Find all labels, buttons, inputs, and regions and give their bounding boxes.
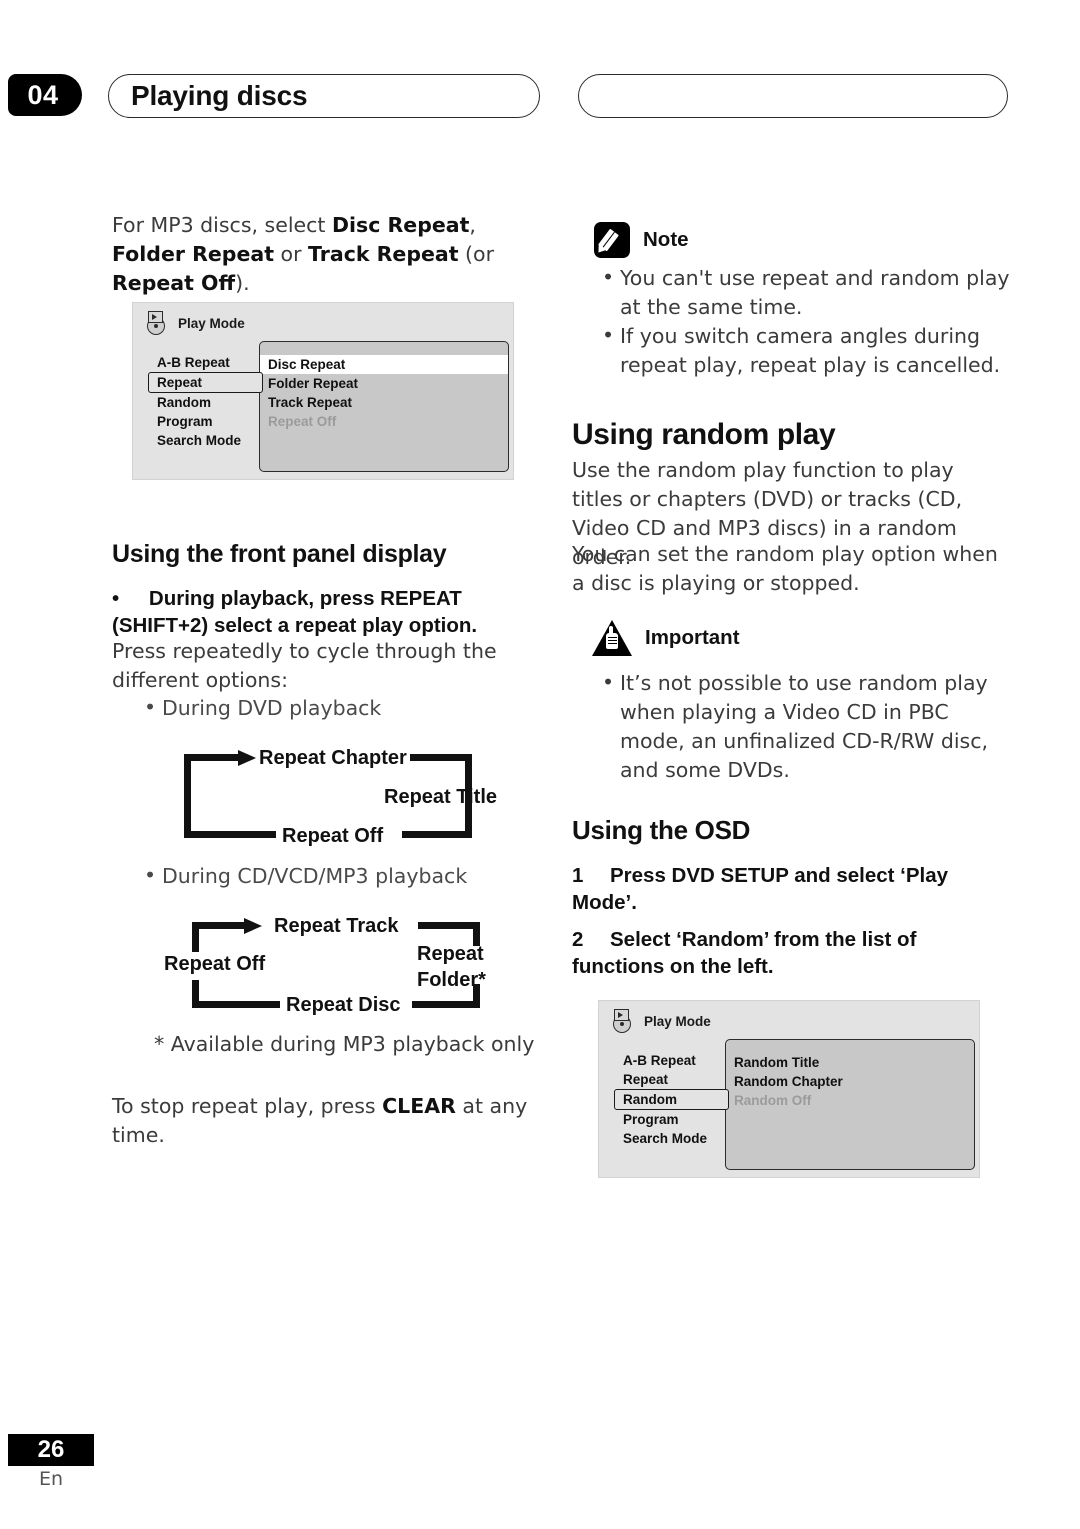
osd-random-title: Play Mode — [644, 1013, 711, 1029]
important-bullet-1: It’s not possible to use random play whe… — [600, 668, 1018, 785]
clear-note-paragraph: To stop repeat play, press CLEAR at any … — [112, 1092, 532, 1150]
dvd-cycle-top-left-line — [184, 754, 242, 761]
header-pill-right — [578, 74, 1008, 118]
important-callout-title: Important — [645, 626, 740, 649]
front-panel-step: • During playback, press REPEAT (SHIFT+2… — [112, 585, 530, 639]
osd-step-1-number: 1 — [572, 864, 584, 887]
chapter-number-badge: 04 — [8, 74, 82, 116]
front-panel-step-line2: (SHIFT+2) select a repeat play option. — [112, 614, 478, 637]
intro-bold-track-repeat: Track Repeat — [308, 242, 459, 266]
dvd-repeat-cycle-diagram: Repeat Chapter Repeat Title Repeat Off — [162, 738, 532, 848]
front-panel-body: Press repeatedly to cycle through the di… — [112, 639, 497, 692]
osd-option-random-off: Random Off — [734, 1093, 812, 1108]
osd-repeat-header: Play Mode — [145, 311, 245, 335]
dvd-cycle-label-bottom: Repeat Off — [282, 825, 384, 847]
osd-random-menu-list: A-B Repeat Repeat Random Program Search … — [614, 1051, 729, 1148]
dvd-cycle-top-right-line — [410, 754, 472, 761]
osd-option-disc-repeat[interactable]: Disc Repeat — [260, 355, 508, 374]
step-bullet-glyph: • — [112, 587, 120, 610]
important-callout-header: Important — [592, 620, 740, 656]
play-mode-disc-icon-2 — [611, 1009, 637, 1033]
osd-option-repeat-off: Repeat Off — [268, 414, 337, 429]
osd-option-track-repeat[interactable]: Track Repeat — [260, 393, 508, 412]
manual-page: 04 Playing discs For MP3 discs, select D… — [0, 0, 1080, 1529]
dvd-cycle-right-line — [465, 754, 472, 838]
dvd-cycle-left-line — [184, 754, 191, 838]
cd-cycle-top-left-line — [192, 922, 248, 929]
cd-cycle-bottom-right-line — [412, 1001, 480, 1008]
intro-bold-repeat-off: Repeat Off — [112, 271, 236, 295]
osd-menu-item-search-mode[interactable]: Search Mode — [151, 431, 263, 450]
osd-menu-item-random[interactable]: Random — [151, 393, 263, 412]
osd-random-menu-item-ab-repeat[interactable]: A-B Repeat — [617, 1051, 729, 1070]
osd-step-2: 2 Select ‘Random’ from the list of functi… — [572, 926, 967, 980]
important-warning-icon — [592, 620, 632, 656]
osd-step-1-text: Press DVD SETUP and select ‘Play Mode’. — [572, 864, 949, 914]
mp3-footnote: * Available during MP3 playback only — [154, 1032, 535, 1056]
random-play-heading: Using random play — [572, 418, 836, 451]
cd-cycle-label-left: Repeat Off — [164, 953, 266, 975]
osd-repeat-title: Play Mode — [178, 315, 245, 331]
page-number-badge: 26 — [8, 1434, 94, 1466]
cd-cycle-label-bottom: Repeat Disc — [286, 994, 401, 1016]
dvd-cycle-label-top: Repeat Chapter — [259, 747, 407, 769]
chapter-title: Playing discs — [131, 80, 308, 111]
osd-heading: Using the OSD — [572, 815, 751, 845]
osd-random-menu-item-program[interactable]: Program — [617, 1110, 729, 1129]
note-pencil-icon — [594, 222, 630, 258]
chapter-number: 04 — [27, 79, 59, 110]
cd-cycle-label-top: Repeat Track — [274, 915, 399, 937]
intro-bold-folder-repeat: Folder Repeat — [112, 242, 275, 266]
page-language: En — [38, 1468, 64, 1490]
osd-option-folder-repeat[interactable]: Folder Repeat — [260, 374, 508, 393]
osd-option-random-title[interactable]: Random Title — [726, 1053, 974, 1072]
cd-cycle-bottom-left-line — [192, 1001, 280, 1008]
intro-part-4: (or — [458, 242, 495, 266]
osd-play-mode-repeat: Play Mode A-B Repeat Repeat Random Progr… — [132, 302, 514, 480]
osd-menu-item-program[interactable]: Program — [151, 412, 263, 431]
osd-option-random-chapter[interactable]: Random Chapter — [726, 1072, 974, 1091]
cd-cycle-right-line-upper — [473, 922, 480, 946]
osd-menu-item-ab-repeat[interactable]: A-B Repeat — [151, 353, 263, 372]
dvd-playback-bullet: During DVD playback — [140, 693, 540, 723]
intro-part-2: , — [469, 213, 476, 237]
clear-note-part-1: To stop repeat play, press — [112, 1094, 383, 1118]
dvd-cycle-arrowhead — [238, 749, 256, 766]
play-mode-disc-icon — [145, 311, 171, 335]
front-panel-step-line1: During playback, press REPEAT — [148, 587, 462, 610]
chapter-title-pill: Playing discs — [108, 74, 540, 118]
osd-repeat-menu-list: A-B Repeat Repeat Random Program Search … — [148, 353, 263, 450]
intro-bold-disc-repeat: Disc Repeat — [331, 213, 470, 237]
osd-step-1: 1 Press DVD SETUP and select ‘Play Mode’. — [572, 862, 972, 916]
intro-part-5: ). — [235, 271, 250, 295]
cd-cycle-top-right-line — [418, 922, 480, 929]
dvd-cycle-bottom-right-line — [402, 831, 472, 838]
osd-random-menu-item-repeat[interactable]: Repeat — [617, 1070, 729, 1089]
intro-part-1: For MP3 discs, select — [112, 213, 332, 237]
osd-random-menu-item-random[interactable]: Random — [614, 1089, 729, 1110]
cd-cycle-arrowhead — [244, 917, 262, 934]
note-callout-title: Note — [643, 228, 689, 251]
clear-note-bold-clear: CLEAR — [382, 1094, 456, 1118]
osd-step-2-text: Select ‘Random’ from the list of functio… — [572, 928, 917, 978]
note-callout-header: Note — [594, 222, 689, 258]
osd-menu-item-repeat[interactable]: Repeat — [148, 372, 263, 393]
intro-part-3: or — [274, 242, 309, 266]
page-number: 26 — [37, 1436, 65, 1463]
note-bullet-1: You can't use repeat and random play at … — [600, 263, 1014, 322]
dvd-cycle-bottom-left-line — [184, 831, 276, 838]
cd-playback-bullet: During CD/VCD/MP3 playback — [140, 861, 540, 891]
osd-random-options-panel: Random Title Random Chapter Random Off — [725, 1039, 975, 1170]
random-play-paragraph-2: You can set the random play option when … — [572, 542, 998, 595]
dvd-cycle-label-right: Repeat Title — [384, 786, 497, 808]
front-panel-heading: Using the front panel display — [112, 540, 447, 568]
osd-play-mode-random: Play Mode A-B Repeat Repeat Random Progr… — [598, 1000, 980, 1178]
note-bullet-2: If you switch camera angles during repea… — [600, 321, 1014, 380]
cd-repeat-cycle-diagram: Repeat Track Repeat Off Repeat Folder* R… — [164, 908, 544, 1020]
osd-random-menu-item-search-mode[interactable]: Search Mode — [617, 1129, 729, 1148]
osd-step-2-number: 2 — [572, 928, 584, 951]
osd-repeat-options-panel: Disc Repeat Folder Repeat Track Repeat R… — [259, 341, 509, 472]
osd-random-header: Play Mode — [611, 1009, 711, 1033]
mp3-intro-paragraph: For MP3 discs, select Disc Repeat, Folde… — [112, 211, 530, 298]
